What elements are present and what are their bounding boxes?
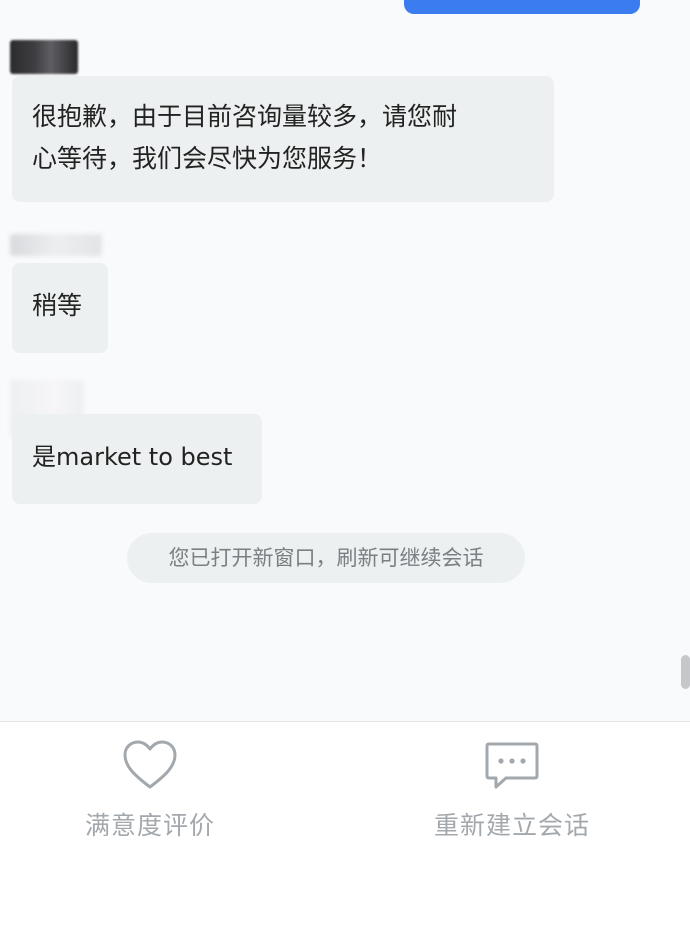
agent-message-bubble: 很抱歉，由于目前咨询量较多，请您耐 心等待，我们会尽快为您服务！ xyxy=(12,76,554,202)
system-notice: 您已打开新窗口，刷新可继续会话 xyxy=(127,533,525,583)
chat-bubble-icon xyxy=(415,740,609,798)
divider xyxy=(0,721,690,722)
chat-message-area[interactable]: 很抱歉，由于目前咨询量较多，请您耐 心等待，我们会尽快为您服务！ 稍等 是mar… xyxy=(0,0,690,721)
restart-conversation-button[interactable]: 重新建立会话 xyxy=(415,740,609,842)
agent-avatar-blurred xyxy=(10,40,78,74)
scrollbar-thumb[interactable] xyxy=(681,655,690,689)
agent-message-bubble: 是market to best xyxy=(12,414,262,504)
restart-conversation-label: 重新建立会话 xyxy=(433,811,590,840)
agent-message-bubble: 稍等 xyxy=(12,263,108,353)
heart-icon xyxy=(62,740,238,798)
rate-satisfaction-label: 满意度评价 xyxy=(84,811,215,840)
sender-name-blurred xyxy=(10,234,102,256)
rate-satisfaction-button[interactable]: 满意度评价 xyxy=(62,740,238,842)
sent-message-bubble xyxy=(404,0,640,14)
